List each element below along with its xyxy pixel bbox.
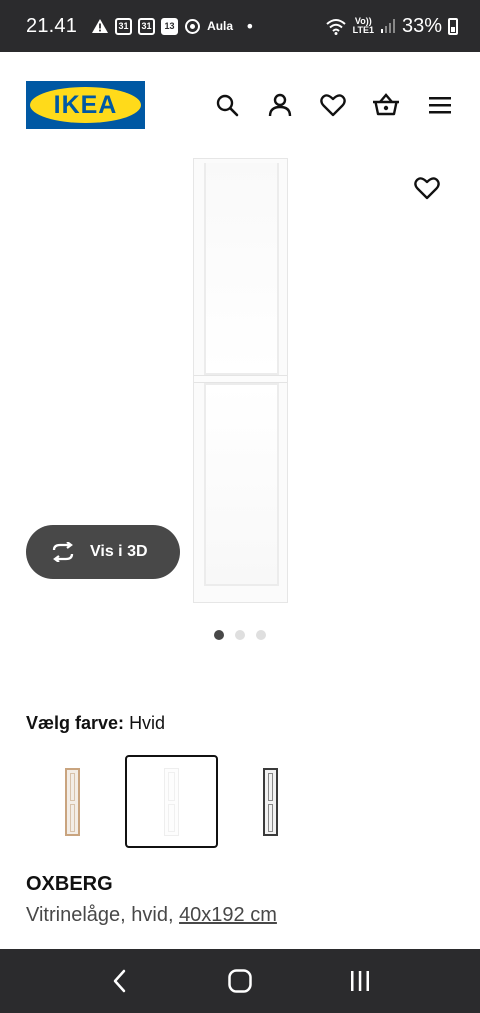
recents-icon	[351, 971, 369, 991]
swatch-white[interactable]	[125, 755, 218, 848]
swatch-pane	[168, 803, 175, 832]
door-rail	[194, 375, 287, 383]
calendar-icon: 31	[138, 17, 156, 35]
back-icon	[113, 969, 126, 993]
aula-icon: Aula	[207, 19, 234, 33]
home-button[interactable]	[220, 961, 260, 1001]
logo-text: IKEA	[53, 90, 118, 119]
view-3d-label: Vis i 3D	[90, 543, 148, 560]
heart-icon	[414, 177, 440, 200]
volte-bottom: LTE1	[352, 25, 374, 35]
ikea-logo[interactable]: IKEA	[26, 81, 145, 129]
search-icon	[216, 94, 239, 117]
pager-dot[interactable]	[214, 630, 224, 640]
site-header: IKEA	[0, 52, 480, 158]
status-bar: 21.41 31 31 13 Aula • Vo)) LTE1 33%	[0, 0, 480, 52]
view-3d-button[interactable]: Vis i 3D	[26, 525, 180, 579]
wifi-icon	[325, 17, 347, 35]
swatch-pane	[268, 772, 273, 801]
swatch-pane	[70, 772, 75, 801]
warning-icon	[91, 18, 109, 34]
back-button[interactable]	[100, 961, 140, 1001]
system-nav-bar	[0, 949, 480, 1013]
color-label-text: Vælg farve:	[26, 713, 125, 733]
color-value: Hvid	[129, 713, 166, 733]
battery-icon	[448, 17, 458, 35]
swatch-thumbnail	[65, 767, 80, 836]
product-gallery[interactable]: Vis i 3D	[0, 158, 480, 618]
calendar-icon: 13	[161, 17, 179, 35]
product-image	[193, 158, 288, 603]
swatch-pane	[268, 803, 273, 832]
pager-dot[interactable]	[235, 630, 245, 640]
user-icon	[268, 93, 292, 117]
calendar-icon: 31	[115, 17, 133, 35]
color-picker-label: Vælg farve: Hvid	[26, 713, 165, 734]
heart-icon	[320, 94, 346, 117]
menu-icon	[429, 97, 451, 114]
battery-percent: 33%	[401, 14, 442, 37]
sync-icon	[184, 18, 201, 35]
product-type: Vitrinelåge, hvid,	[26, 904, 174, 926]
swatch-thumbnail	[263, 767, 278, 836]
menu-button[interactable]	[425, 90, 455, 120]
recents-button[interactable]	[340, 961, 380, 1001]
pager-dot[interactable]	[256, 630, 266, 640]
basket-button[interactable]	[371, 90, 401, 120]
search-button[interactable]	[212, 90, 242, 120]
rotate-3d-icon	[52, 542, 74, 562]
swatch-pane	[70, 803, 75, 832]
account-button[interactable]	[265, 90, 295, 120]
volte-icon: Vo)) LTE1	[353, 17, 374, 35]
gallery-pager	[0, 630, 480, 640]
add-to-favorites-button[interactable]	[412, 173, 442, 203]
swatch-pane	[168, 771, 175, 801]
favorites-button[interactable]	[318, 90, 348, 120]
product-description: Vitrinelåge, hvid, 40x192 cm	[26, 904, 277, 927]
notification-dot: •	[245, 16, 255, 36]
logo-oval: IKEA	[30, 87, 141, 123]
home-icon	[228, 969, 252, 993]
product-name: OXBERG	[26, 873, 113, 895]
color-swatches	[26, 755, 326, 848]
swatch-thumbnail	[164, 767, 179, 836]
swatch-black[interactable]	[224, 755, 317, 848]
signal-icon	[380, 18, 396, 34]
glass-pane-bottom	[204, 383, 279, 586]
status-time: 21.41	[26, 14, 78, 37]
swatch-oak[interactable]	[26, 755, 119, 848]
glass-pane-top	[204, 163, 279, 375]
product-size-link[interactable]: 40x192 cm	[179, 904, 277, 926]
basket-icon	[373, 93, 399, 116]
